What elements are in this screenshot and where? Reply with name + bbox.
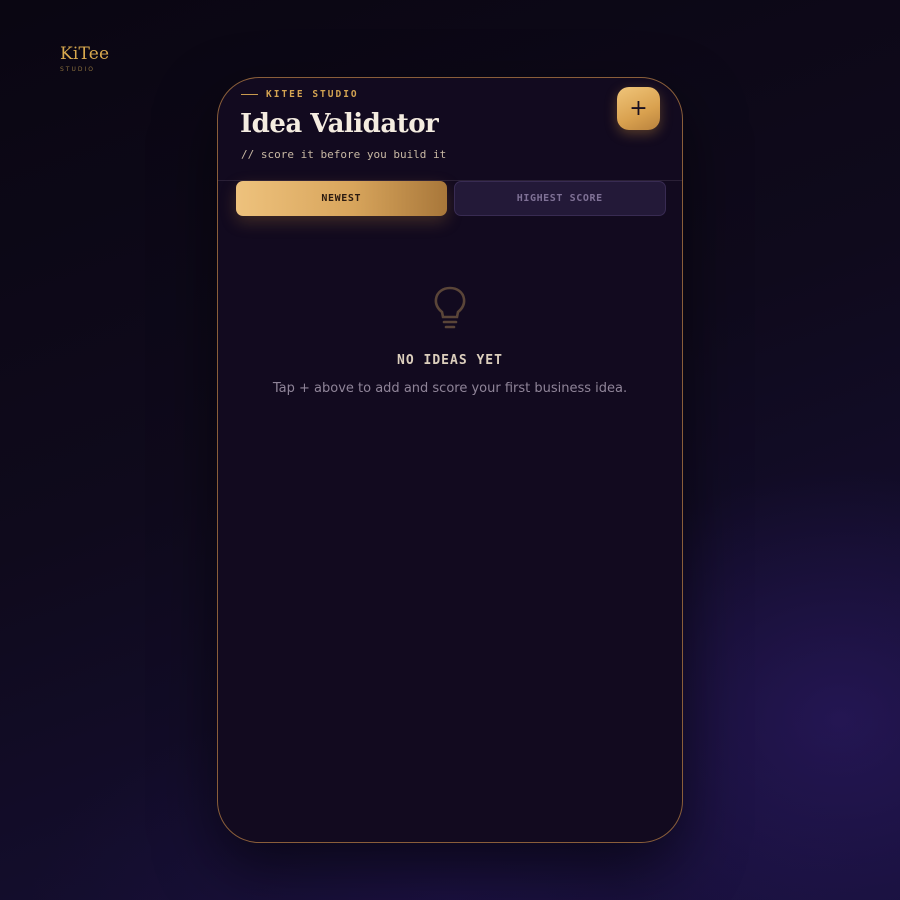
brand-name: KiTee (60, 44, 110, 64)
brand-subtitle: STUDIO (60, 66, 95, 73)
empty-state-message: Tap + above to add and score your first … (272, 381, 628, 396)
sort-tabs: NEWEST HIGHEST SCORE (236, 181, 666, 217)
lightbulb-icon (433, 286, 467, 335)
empty-state-title: NO IDEAS YET (397, 353, 503, 368)
kicker-line (241, 94, 258, 95)
tab-newest[interactable]: NEWEST (236, 181, 447, 216)
page-title: Idea Validator (240, 109, 439, 139)
kicker-text: KITEE STUDIO (266, 89, 359, 100)
tab-highest-score[interactable]: HIGHEST SCORE (453, 181, 666, 216)
empty-state: NO IDEAS YET Tap + above to add and scor… (218, 286, 682, 396)
app-frame: KITEE STUDIO Idea Validator // score it … (217, 77, 683, 843)
app-header: KITEE STUDIO Idea Validator // score it … (218, 78, 682, 181)
page-tagline: // score it before you build it (241, 148, 447, 161)
add-idea-button[interactable]: + (617, 87, 660, 130)
brand-logo: KiTee STUDIO (60, 44, 109, 73)
kicker: KITEE STUDIO (241, 89, 359, 100)
